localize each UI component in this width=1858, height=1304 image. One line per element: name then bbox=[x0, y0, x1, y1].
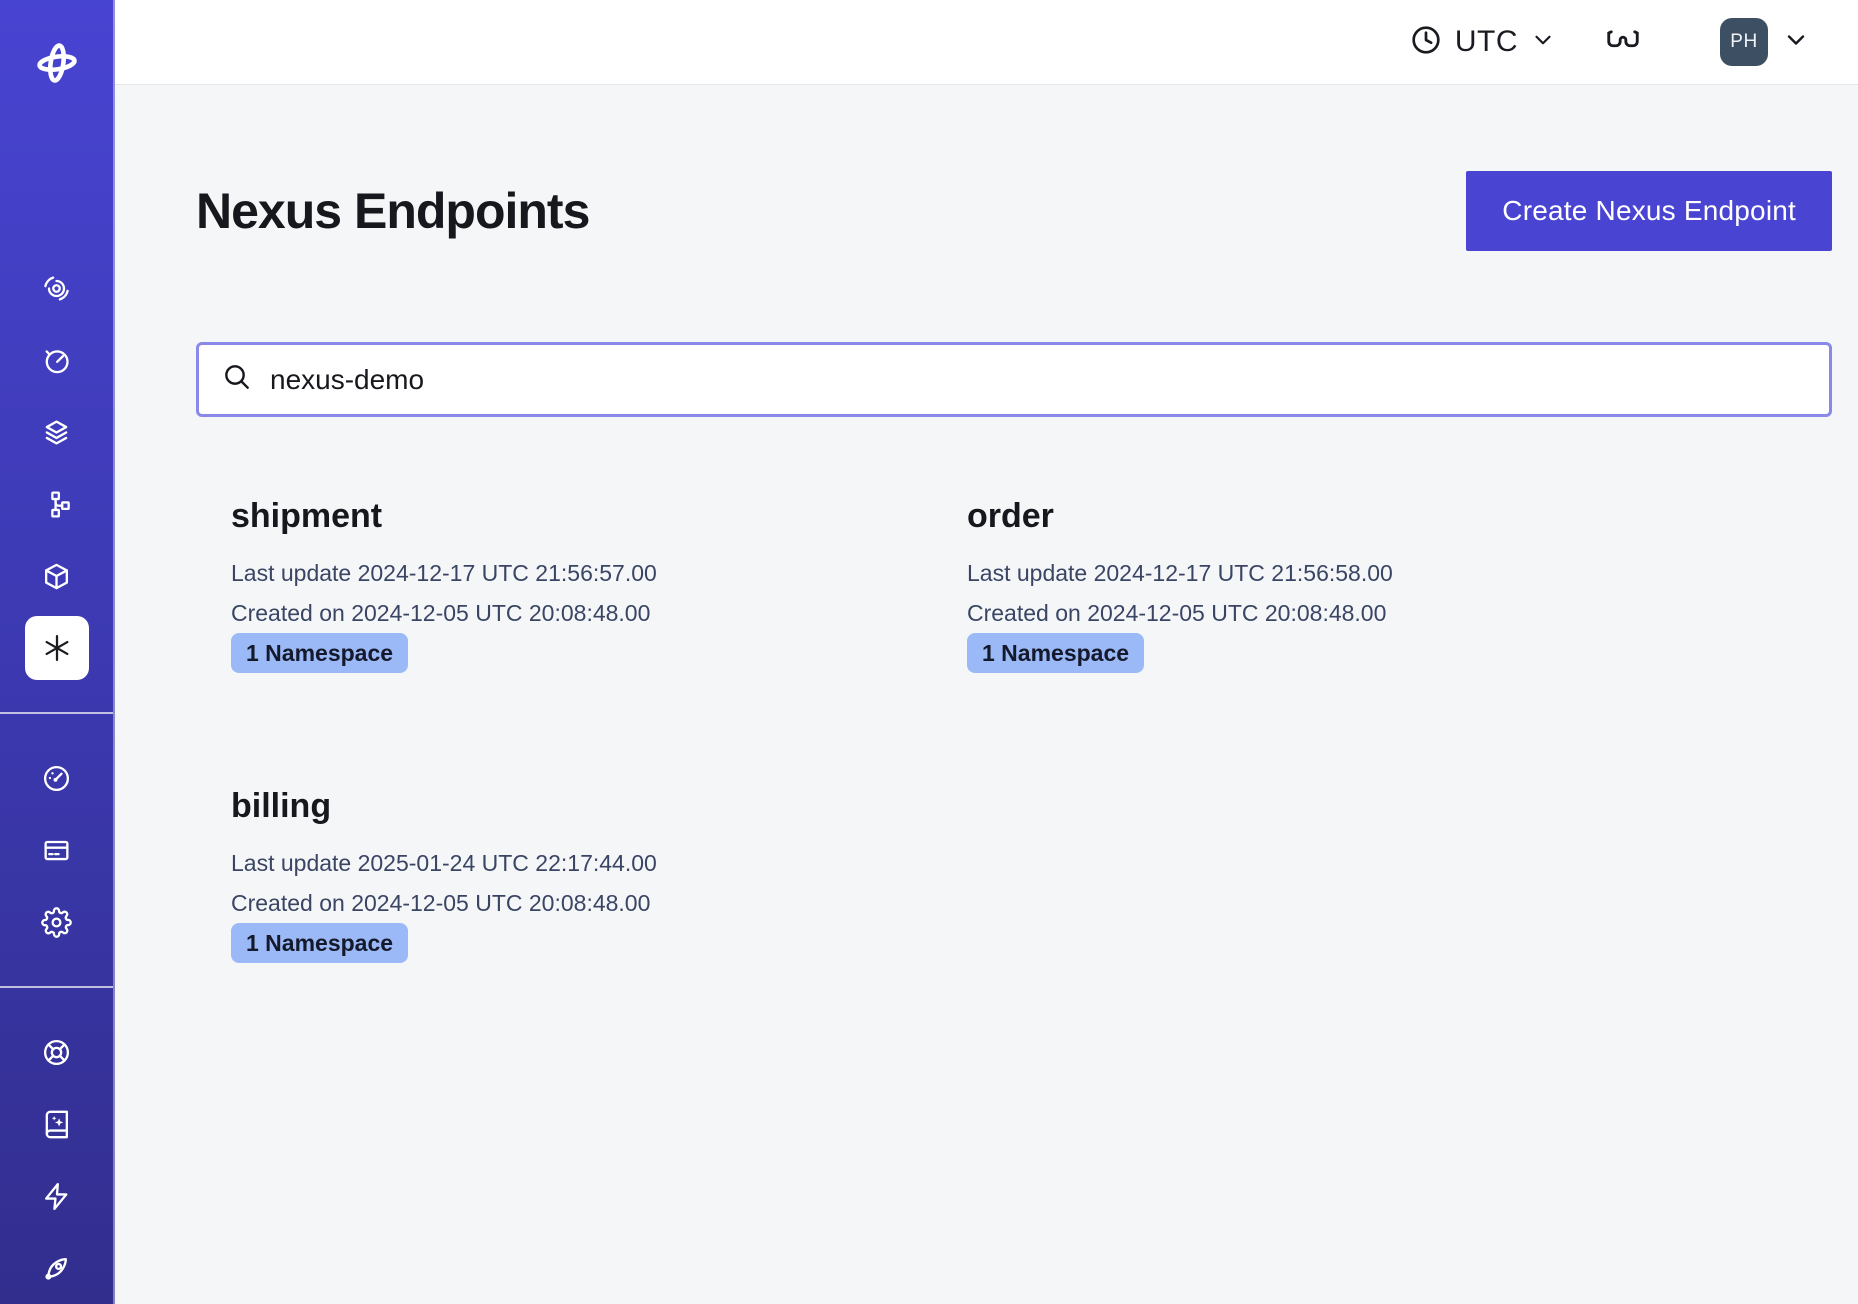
topbar: UTC PH bbox=[115, 0, 1858, 85]
timezone-label: UTC bbox=[1455, 25, 1518, 59]
sidebar-item-settings[interactable] bbox=[0, 886, 113, 958]
labs-toggle-button[interactable] bbox=[1604, 22, 1642, 63]
app-root: UTC PH bbox=[0, 0, 1858, 1304]
endpoint-grid: shipment Last update 2024-12-17 UTC 21:5… bbox=[196, 495, 1832, 963]
endpoint-created-on: Created on 2024-12-05 UTC 20:08:48.00 bbox=[967, 593, 1633, 633]
page-title: Nexus Endpoints bbox=[196, 182, 589, 240]
endpoint-created-on: Created on 2024-12-05 UTC 20:08:48.00 bbox=[231, 883, 897, 923]
endpoint-card-order[interactable]: order Last update 2024-12-17 UTC 21:56:5… bbox=[932, 495, 1668, 673]
layers-icon bbox=[41, 417, 72, 448]
temporal-logo-icon bbox=[34, 40, 80, 130]
sidebar-item-batch-operations[interactable] bbox=[0, 396, 113, 468]
main-area: UTC PH bbox=[115, 0, 1858, 1304]
book-sparkles-icon bbox=[41, 1109, 72, 1140]
sidebar-nav-help bbox=[0, 1016, 113, 1304]
avatar: PH bbox=[1720, 18, 1768, 66]
endpoint-last-update: Last update 2024-12-17 UTC 21:56:58.00 bbox=[967, 553, 1633, 593]
namespace-badge: 1 Namespace bbox=[231, 633, 408, 673]
cube-icon bbox=[41, 561, 72, 592]
endpoint-name: order bbox=[967, 495, 1633, 537]
rocket-icon bbox=[41, 1253, 72, 1284]
sidebar bbox=[0, 0, 115, 1304]
sidebar-item-billing[interactable] bbox=[0, 814, 113, 886]
search-icon bbox=[221, 361, 253, 398]
life-ring-icon bbox=[41, 1037, 72, 1068]
sidebar-item-namespaces[interactable] bbox=[0, 540, 113, 612]
sidebar-divider bbox=[0, 712, 113, 714]
endpoint-card-billing[interactable]: billing Last update 2025-01-24 UTC 22:17… bbox=[196, 785, 932, 963]
sidebar-item-getting-started[interactable] bbox=[0, 1232, 113, 1304]
search-box bbox=[196, 342, 1832, 417]
endpoint-created-on: Created on 2024-12-05 UTC 20:08:48.00 bbox=[231, 593, 897, 633]
sidebar-divider bbox=[0, 986, 113, 988]
sidebar-item-feedback[interactable] bbox=[0, 1160, 113, 1232]
sidebar-item-support[interactable] bbox=[0, 1016, 113, 1088]
workflows-icon bbox=[41, 273, 72, 304]
schedules-icon bbox=[41, 345, 72, 376]
lightning-icon bbox=[41, 1181, 72, 1212]
sidebar-nav-primary bbox=[0, 252, 113, 684]
temporal-logo[interactable] bbox=[0, 0, 113, 130]
search-input[interactable] bbox=[270, 364, 1809, 396]
sidebar-item-schedules[interactable] bbox=[0, 324, 113, 396]
clock-icon bbox=[1409, 23, 1443, 62]
timezone-selector[interactable]: UTC bbox=[1409, 23, 1556, 62]
page-header: Nexus Endpoints Create Nexus Endpoint bbox=[196, 171, 1832, 251]
sidebar-nav-account bbox=[0, 742, 113, 958]
endpoint-card-shipment[interactable]: shipment Last update 2024-12-17 UTC 21:5… bbox=[196, 495, 932, 673]
namespace-badge: 1 Namespace bbox=[967, 633, 1144, 673]
chevron-down-icon bbox=[1530, 27, 1556, 58]
gear-icon bbox=[41, 907, 72, 938]
sidebar-item-usage[interactable] bbox=[0, 742, 113, 814]
endpoint-name: billing bbox=[231, 785, 897, 827]
create-nexus-endpoint-button[interactable]: Create Nexus Endpoint bbox=[1466, 171, 1832, 251]
account-menu[interactable]: PH bbox=[1720, 18, 1810, 66]
graph-icon bbox=[41, 489, 72, 520]
credit-card-icon bbox=[41, 835, 72, 866]
sidebar-item-nexus[interactable] bbox=[0, 612, 113, 684]
endpoint-last-update: Last update 2025-01-24 UTC 22:17:44.00 bbox=[231, 843, 897, 883]
chevron-down-icon bbox=[1782, 26, 1810, 59]
sidebar-item-deployments[interactable] bbox=[0, 468, 113, 540]
page-content: Nexus Endpoints Create Nexus Endpoint sh… bbox=[115, 85, 1858, 963]
glasses-icon bbox=[1604, 22, 1642, 63]
gauge-icon bbox=[41, 763, 72, 794]
endpoint-last-update: Last update 2024-12-17 UTC 21:56:57.00 bbox=[231, 553, 897, 593]
endpoint-name: shipment bbox=[231, 495, 897, 537]
sidebar-item-docs[interactable] bbox=[0, 1088, 113, 1160]
sidebar-item-workflows[interactable] bbox=[0, 252, 113, 324]
namespace-badge: 1 Namespace bbox=[231, 923, 408, 963]
nexus-icon bbox=[25, 616, 89, 680]
